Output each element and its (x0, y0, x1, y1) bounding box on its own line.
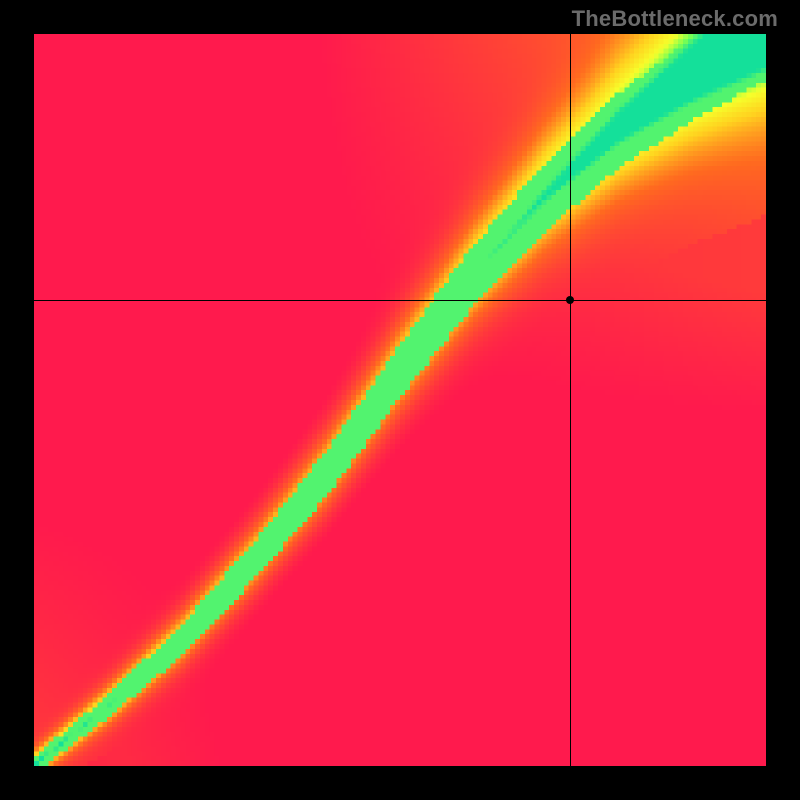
crosshair-vertical (570, 34, 571, 766)
heatmap-plot (34, 34, 766, 766)
chart-frame: TheBottleneck.com (0, 0, 800, 800)
crosshair-horizontal (34, 300, 766, 301)
watermark-label: TheBottleneck.com (572, 6, 778, 32)
marker-dot (566, 296, 574, 304)
heatmap-canvas (34, 34, 766, 766)
